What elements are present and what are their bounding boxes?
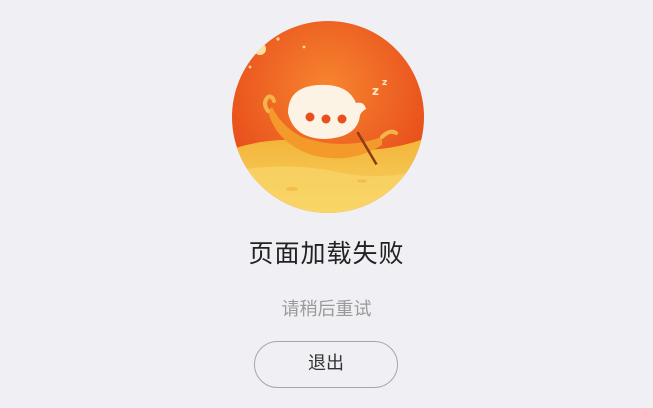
error-title: 页面加载失败 [248, 239, 405, 268]
svg-text:z: z [382, 78, 387, 88]
error-illustration: z z [232, 21, 424, 213]
error-subtitle: 请稍后重试 [281, 299, 372, 320]
error-page: z z 页面加载失败 请稍后重试 退出 [0, 0, 653, 408]
sleeping-chat-bubble-boat-illustration-icon: z z [232, 21, 424, 213]
exit-button[interactable]: 退出 [254, 341, 398, 388]
svg-text:z: z [372, 84, 379, 98]
